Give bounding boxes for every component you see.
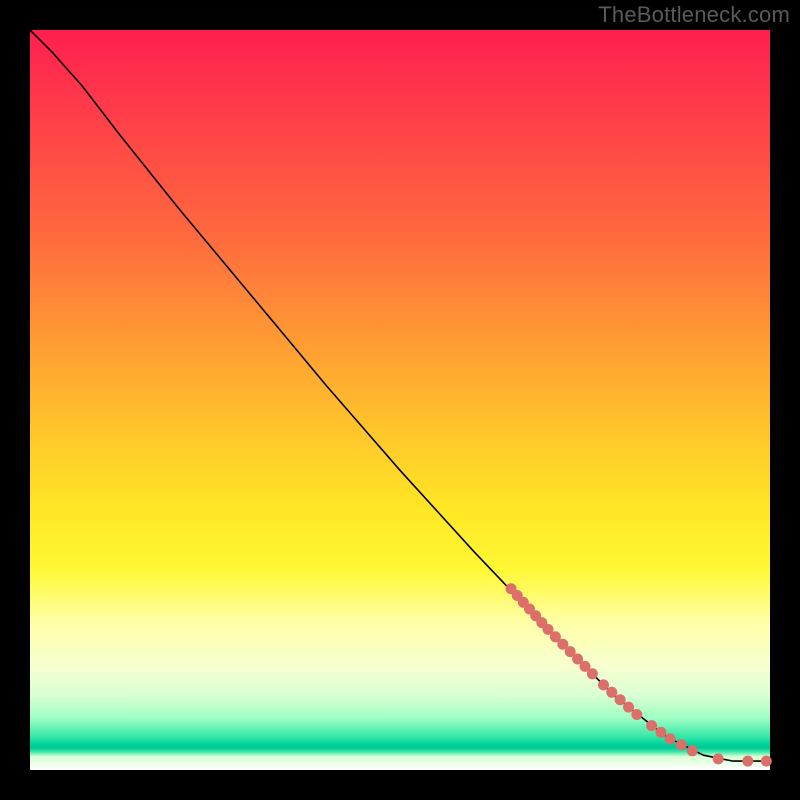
data-dot bbox=[631, 709, 642, 720]
data-dot bbox=[606, 687, 617, 698]
data-dot bbox=[665, 733, 676, 744]
data-dot bbox=[615, 694, 626, 705]
plot-svg bbox=[30, 30, 770, 770]
data-dot bbox=[713, 753, 724, 764]
data-dot bbox=[676, 739, 687, 750]
data-dot bbox=[646, 720, 657, 731]
data-dot bbox=[587, 668, 598, 679]
data-dot bbox=[687, 745, 698, 756]
data-dot bbox=[598, 679, 609, 690]
data-dot bbox=[655, 727, 666, 738]
data-dot bbox=[761, 756, 772, 767]
plot-area bbox=[30, 30, 770, 770]
data-dot bbox=[623, 702, 634, 713]
watermark-text: TheBottleneck.com bbox=[598, 2, 790, 28]
bottleneck-curve bbox=[30, 30, 770, 761]
data-dot bbox=[742, 756, 753, 767]
data-dots bbox=[506, 583, 772, 766]
chart-frame: TheBottleneck.com bbox=[0, 0, 800, 800]
